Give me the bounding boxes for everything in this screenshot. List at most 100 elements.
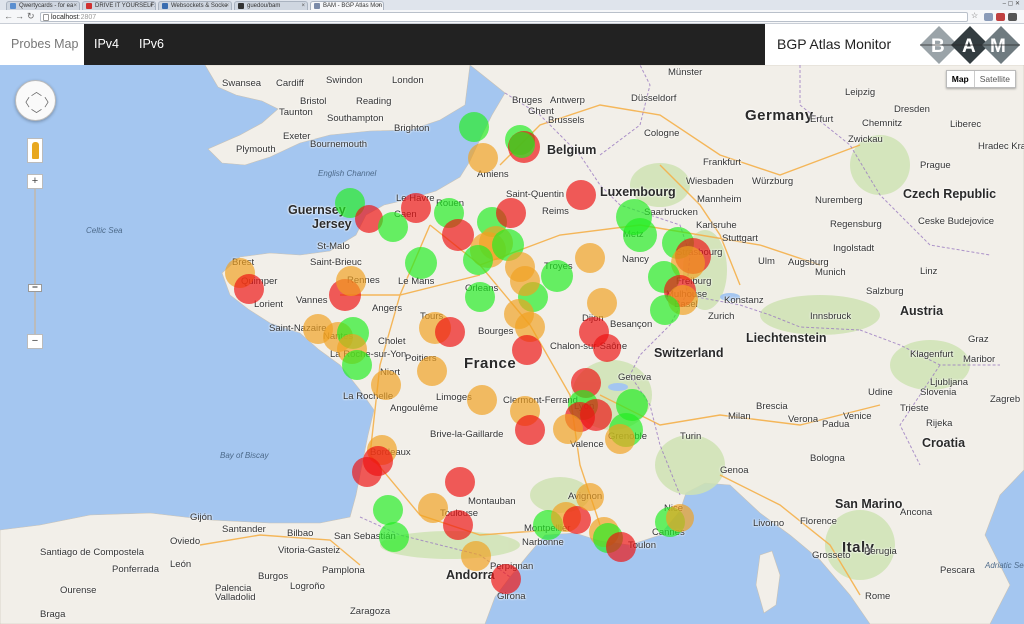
probe-marker-warning[interactable] [467, 385, 497, 415]
probe-marker-warning[interactable] [468, 143, 498, 173]
probe-marker-down[interactable] [443, 510, 473, 540]
probe-marker-up[interactable] [623, 218, 657, 252]
probe-marker-down[interactable] [401, 193, 431, 223]
probes-map[interactable]: GermanyBelgiumNetherlandsFranceSwitzerla… [0, 65, 1024, 624]
map-label: Santander [222, 524, 266, 535]
reload-icon[interactable]: ↻ [27, 11, 35, 22]
tab-close-icon[interactable]: × [225, 2, 229, 10]
probe-marker-warning[interactable] [336, 266, 366, 296]
tab-label: guedou/bam [247, 3, 281, 9]
map-label: Bristol [300, 96, 327, 107]
probe-marker-down[interactable] [442, 219, 474, 251]
map-label: Graz [968, 334, 989, 345]
zoom-slider-track[interactable] [34, 189, 36, 335]
map-label: San Marino [835, 497, 903, 511]
map-label: Saarbrucken [644, 207, 698, 218]
pan-up-icon[interactable]: ︿ [31, 83, 42, 99]
map-label: Rome [865, 591, 891, 602]
menu-icon[interactable] [1008, 13, 1017, 21]
probe-marker-up[interactable] [541, 260, 573, 292]
probe-marker-down[interactable] [491, 564, 521, 594]
star-icon[interactable]: ☆ [971, 11, 978, 20]
probe-marker-down[interactable] [606, 532, 636, 562]
pan-down-icon[interactable]: ﹀ [31, 106, 42, 122]
browser-tab[interactable]: BAM - BGP Atlas Mon × [310, 1, 384, 10]
probe-marker-up[interactable] [342, 350, 372, 380]
probe-marker-down[interactable] [593, 334, 621, 362]
probe-marker-down[interactable] [496, 198, 526, 228]
browser-tab[interactable]: guedou/bam × [234, 1, 308, 10]
probe-marker-warning[interactable] [576, 483, 604, 511]
probe-marker-up[interactable] [379, 522, 409, 552]
map-label: Brescia [756, 401, 788, 412]
probe-marker-down[interactable] [515, 415, 545, 445]
map-label: Rijeka [926, 418, 953, 429]
back-icon[interactable]: ← [4, 11, 13, 21]
probe-marker-up[interactable] [463, 245, 493, 275]
browser-tab[interactable]: Qwertycards - for ea × [6, 1, 80, 10]
map-label: Würzburg [752, 176, 794, 187]
pan-control[interactable]: ︿ ﹀ 〈 〉 [15, 80, 56, 121]
window-controls[interactable]: – ▢ ✕ [1003, 0, 1020, 7]
map-label: Stuttgart [722, 233, 758, 244]
probe-marker-warning[interactable] [587, 288, 617, 318]
nav-ipv4[interactable]: IPv4 [94, 24, 119, 65]
probe-marker-up[interactable] [650, 295, 680, 325]
probe-marker-up[interactable] [373, 495, 403, 525]
probe-marker-up[interactable] [405, 247, 437, 279]
probe-marker-down[interactable] [234, 274, 264, 304]
map-label: Livorno [753, 518, 785, 529]
map-type-control: Map Satellite [945, 70, 1016, 88]
browser-tab[interactable]: DRIVE IT YOURSELF: U × [82, 1, 156, 10]
pan-left-icon[interactable]: 〈 [19, 94, 30, 110]
browser-tab[interactable]: Websockets & Socke × [158, 1, 232, 10]
zoom-slider-handle[interactable]: ═ [28, 284, 42, 292]
probe-marker-down[interactable] [512, 335, 542, 365]
tab-close-icon[interactable]: × [301, 2, 305, 10]
probe-marker-warning[interactable] [575, 243, 605, 273]
map-label: Wiesbaden [686, 176, 734, 187]
brand-link[interactable]: Probes Map [0, 24, 84, 65]
map-label: Oviedo [170, 536, 201, 547]
probe-marker-down[interactable] [352, 457, 382, 487]
map-label: Bournemouth [310, 139, 368, 150]
map-type-map-button[interactable]: Map [947, 71, 975, 87]
map-label: Regensburg [830, 219, 882, 230]
street-view-pegman-icon[interactable] [27, 138, 43, 163]
extension-icon[interactable] [984, 13, 993, 21]
tab-close-icon[interactable]: × [377, 2, 381, 10]
map-type-satellite-button[interactable]: Satellite [975, 71, 1015, 87]
tab-label: DRIVE IT YOURSELF: U [95, 3, 156, 9]
map-label: Bourges [478, 326, 514, 337]
probe-marker-warning[interactable] [553, 414, 583, 444]
probe-marker-warning[interactable] [605, 424, 635, 454]
map-label: Plymouth [236, 144, 276, 155]
pan-right-icon[interactable]: 〉 [44, 94, 55, 110]
probe-marker-warning[interactable] [666, 504, 694, 532]
forward-icon[interactable]: → [15, 11, 24, 21]
probe-marker-warning[interactable] [461, 541, 491, 571]
probe-marker-down[interactable] [435, 317, 465, 347]
probe-marker-up[interactable] [459, 112, 489, 142]
probe-marker-down[interactable] [445, 467, 475, 497]
address-bar[interactable]: localhost:2807 [40, 12, 968, 22]
probe-marker-up[interactable] [509, 132, 535, 158]
probe-marker-down[interactable] [566, 180, 596, 210]
title-box: BGP Atlas Monitor B A M [765, 24, 1024, 65]
zoom-out-button[interactable]: − [27, 334, 43, 349]
map-label: Frankfurt [703, 157, 742, 168]
probe-marker-warning[interactable] [371, 370, 401, 400]
tab-close-icon[interactable]: × [73, 2, 77, 10]
map-label: Belgium [547, 143, 597, 157]
map-label: Brive-la-Gaillarde [430, 429, 504, 440]
map-label: Angoulême [390, 403, 439, 414]
map-label: Slovenia [920, 387, 957, 398]
extension-icon[interactable] [996, 13, 1005, 21]
tab-close-icon[interactable]: × [149, 2, 153, 10]
zoom-in-button[interactable]: + [27, 174, 43, 189]
nav-ipv6[interactable]: IPv6 [139, 24, 164, 65]
probe-marker-warning[interactable] [510, 266, 540, 296]
probe-marker-up[interactable] [465, 282, 495, 312]
probe-marker-warning[interactable] [417, 356, 447, 386]
map-label: Bay of Biscay [220, 451, 269, 460]
